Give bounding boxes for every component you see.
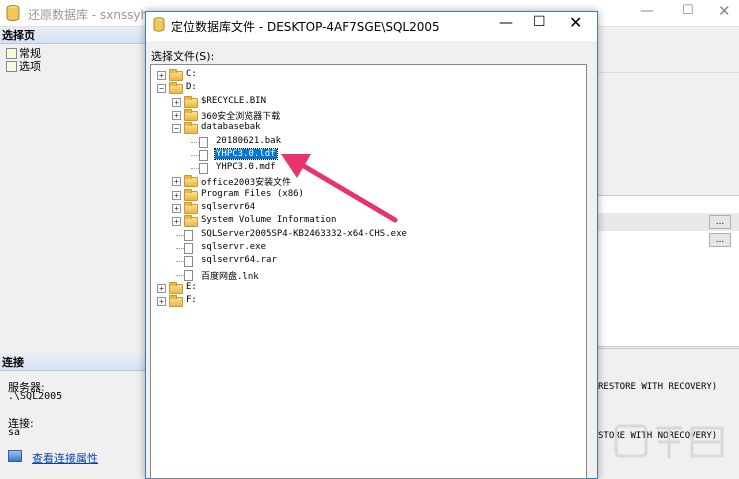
tree-node-label[interactable]: sqlservr.exe: [200, 242, 267, 252]
maximize-icon[interactable]: ☐: [682, 3, 694, 18]
background-window-title: 还原数据库 - sxnssyhpc: [28, 8, 163, 22]
folder-icon: [184, 95, 198, 108]
tree-folder-node[interactable]: + $RECYCLE.BIN: [151, 95, 581, 109]
database-icon: [153, 17, 165, 32]
divider: [598, 348, 739, 349]
page-item-options[interactable]: 选项: [6, 58, 41, 74]
browse-button[interactable]: ...: [709, 215, 731, 229]
folder-icon: [184, 188, 198, 201]
connection-value: sa: [8, 427, 21, 438]
page-item-label: 选项: [19, 60, 41, 73]
tree-node-label[interactable]: D:: [185, 82, 198, 92]
tree-file-node[interactable]: sqlservr.exe: [151, 242, 581, 255]
watermark-logo: [614, 424, 724, 458]
folder-icon: [169, 69, 183, 81]
connection-header: 连接: [0, 354, 145, 371]
tree-folder-node[interactable]: − databasebak: [151, 122, 581, 135]
expand-icon[interactable]: +: [172, 110, 181, 120]
tree-node-label[interactable]: sqlservr64.rar: [200, 255, 278, 265]
expand-icon[interactable]: +: [172, 97, 181, 107]
folder-icon: [184, 215, 198, 228]
tree-node-label[interactable]: databasebak: [200, 122, 262, 132]
folder-icon: [184, 202, 198, 214]
left-pane: 选择页 常规 选项 连接 服务器: .\SQL2005 连接: sa: [0, 27, 146, 479]
divider: [598, 72, 739, 73]
minimize-icon[interactable]: —: [640, 3, 654, 19]
server-value: .\SQL2005: [8, 391, 63, 402]
select-file-label: 选择文件(S):: [151, 50, 215, 63]
file-icon: [184, 242, 193, 254]
tree-node-label[interactable]: 百度网盘.lnk: [200, 269, 260, 282]
dialog-title: 定位数据库文件 - DESKTOP-4AF7SGE\SQL2005: [171, 20, 440, 34]
browse-button[interactable]: ...: [709, 233, 731, 247]
connection-properties-icon: [8, 450, 22, 462]
folder-icon: [184, 108, 198, 121]
tree-node-label[interactable]: E:: [185, 282, 198, 292]
tree-folder-node[interactable]: +360安全浏览器下载: [151, 108, 581, 122]
file-icon: [184, 269, 193, 281]
file-icon: [184, 229, 193, 241]
expand-icon[interactable]: +: [157, 71, 166, 80]
restore-recovery-option[interactable]: RESTORE WITH RECOVERY): [598, 382, 717, 392]
annotation-arrow-icon: [281, 154, 398, 223]
maximize-icon[interactable]: ☐: [533, 14, 546, 30]
tree-folder-node[interactable]: + F:: [151, 295, 581, 308]
tree-folder-node[interactable]: + C:: [151, 69, 581, 82]
view-connection-properties-link[interactable]: 查看连接属性: [32, 450, 98, 466]
tree-node-label[interactable]: C:: [185, 69, 198, 79]
tree-file-node[interactable]: 20180621.bak: [151, 136, 581, 149]
tree-node-label[interactable]: SQLServer2005SP4-KB2463332-x64-CHS.exe: [200, 229, 408, 239]
tree-folder-node[interactable]: − D:: [151, 82, 581, 95]
expand-icon[interactable]: +: [172, 190, 181, 200]
tree-node-label[interactable]: $RECYCLE.BIN: [200, 96, 267, 106]
tree-node-label[interactable]: YHPC3.0.ldf: [214, 147, 278, 160]
folder-icon: [169, 295, 183, 308]
tree-file-node[interactable]: SQLServer2005SP4-KB2463332-x64-CHS.exe: [151, 229, 581, 242]
tree-folder-node[interactable]: + E:: [151, 281, 581, 295]
expand-icon[interactable]: +: [172, 177, 181, 187]
page-icon: [6, 47, 17, 59]
page-icon: [6, 60, 17, 72]
file-icon: [184, 256, 193, 268]
file-icon: [199, 136, 208, 148]
tree-file-node[interactable]: 百度网盘.lnk: [151, 269, 581, 282]
database-icon: [6, 5, 20, 21]
folder-icon: [169, 82, 183, 95]
tree-node-label[interactable]: F:: [185, 295, 198, 305]
expand-icon[interactable]: +: [172, 217, 181, 227]
tree-node-label[interactable]: 360安全浏览器下载: [200, 109, 281, 122]
collapse-icon[interactable]: −: [172, 124, 181, 134]
tree-file-node[interactable]: sqlservr64.rar: [151, 255, 581, 268]
file-icon: [199, 149, 208, 161]
tree-node-label[interactable]: YHPC3.0.mdf: [215, 162, 277, 172]
folder-icon: [169, 281, 183, 294]
expand-icon[interactable]: +: [172, 204, 181, 213]
select-page-header: 选择页: [0, 27, 145, 44]
expand-icon[interactable]: +: [157, 297, 166, 307]
close-icon[interactable]: ✕: [718, 2, 731, 20]
file-icon: [199, 163, 208, 175]
file-tree[interactable]: + C: − D: + $RECYCLE.BIN +360安全浏览器下载 − databaseb…: [150, 64, 587, 479]
tree-node-label[interactable]: 20180621.bak: [215, 136, 282, 146]
collapse-icon[interactable]: −: [157, 84, 166, 94]
folder-icon: [184, 122, 198, 135]
tree-node-label[interactable]: sqlservr64: [200, 202, 256, 212]
close-icon[interactable]: ✕: [569, 13, 582, 32]
folder-icon: [184, 175, 198, 188]
expand-icon[interactable]: +: [157, 283, 166, 293]
minimize-icon[interactable]: —: [499, 15, 513, 31]
